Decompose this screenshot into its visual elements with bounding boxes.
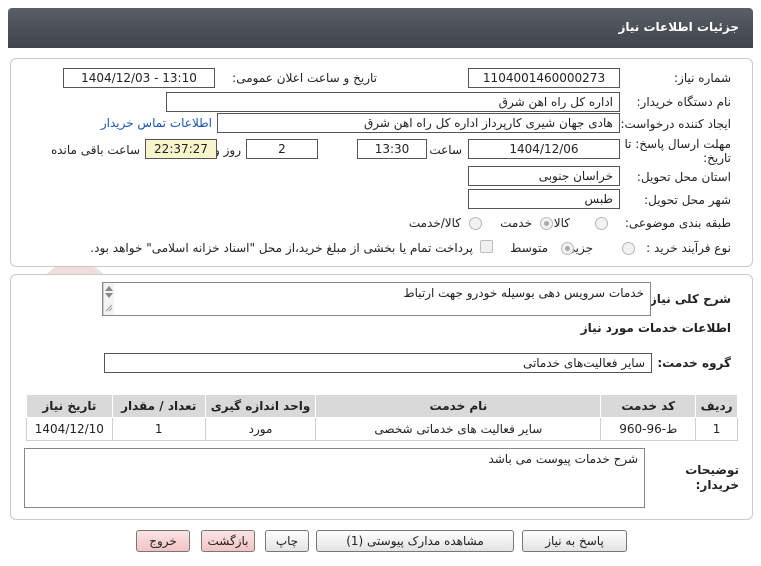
general-desc-field: خدمات سرویس دهی بوسیله خودرو جهت ارتباط xyxy=(102,282,651,316)
print-button[interactable]: چاپ xyxy=(265,530,309,552)
view-attachments-button[interactable]: مشاهده مدارک پیوستی (1) xyxy=(316,530,514,552)
cell-service-code: ط-96-960 xyxy=(600,417,697,441)
treasury-payment-note: پرداخت تمام یا بخشی از مبلغ خرید،از محل … xyxy=(90,241,473,255)
need-info-panel xyxy=(10,58,753,267)
cell-need-date: 1404/12/10 xyxy=(26,417,113,441)
deadline-label-2: تاریخ: xyxy=(703,151,731,165)
col-service-name: نام خدمت xyxy=(315,394,602,418)
window-title-bar: جزئیات اطلاعات نیاز xyxy=(8,8,753,48)
col-service-code: کد خدمت xyxy=(600,394,697,418)
announce-datetime-field: 1404/12/03 - 13:10 xyxy=(63,68,215,88)
city-label: شهر محل تحویل: xyxy=(644,193,731,207)
province-label: استان محل تحویل: xyxy=(636,170,731,184)
buyer-org-field: اداره کل راه اهن شرق xyxy=(166,92,620,112)
cell-quantity: 1 xyxy=(111,417,206,441)
buyer-notes-label-1: توضیحات xyxy=(685,463,739,477)
deadline-time-field: 13:30 xyxy=(357,139,427,159)
category-option-goods-service: کالا/خدمت xyxy=(408,216,461,230)
back-button[interactable]: بازگشت xyxy=(201,530,255,552)
deadline-time-label: ساعت xyxy=(429,143,462,157)
service-group-field: سایر فعالیت‌های خدماتی xyxy=(104,353,652,373)
category-radio-goods[interactable] xyxy=(595,217,608,230)
general-desc-text: خدمات سرویس دهی بوسیله خودرو جهت ارتباط xyxy=(403,286,644,300)
announce-label: تاریخ و ساعت اعلان عمومی: xyxy=(232,71,377,85)
process-radio-medium[interactable] xyxy=(561,242,574,255)
days-label: روز و xyxy=(214,143,241,157)
category-radio-goods-service[interactable] xyxy=(469,217,482,230)
page-title: جزئیات اطلاعات نیاز xyxy=(618,20,739,34)
buyer-contact-link[interactable]: اطلاعات تماس خریدار xyxy=(101,116,212,130)
cell-service-name: سایر فعالیت های خدماتی شخصی xyxy=(315,417,602,441)
remaining-time-field: 22:37:27 xyxy=(145,139,217,159)
city-field: طبس xyxy=(468,189,620,209)
category-option-service: خدمت xyxy=(500,216,532,230)
need-number-field: 1104001460000273 xyxy=(468,68,620,88)
scroll-arrows-icon xyxy=(105,286,113,312)
services-table: تاریخ نیاز تعداد / مقدار واحد اندازه گیر… xyxy=(26,394,738,441)
category-radio-service[interactable] xyxy=(540,217,553,230)
remaining-label: ساعت باقی مانده xyxy=(50,143,140,157)
creator-label: ایجاد کننده درخواست: xyxy=(620,117,731,131)
col-unit: واحد اندازه گیری xyxy=(204,394,317,418)
col-need-date: تاریخ نیاز xyxy=(26,394,113,418)
process-option-medium: متوسط xyxy=(510,241,548,255)
cell-row-number: 1 xyxy=(695,417,738,441)
process-radio-minor[interactable] xyxy=(622,242,635,255)
service-group-label: گروه خدمت: xyxy=(657,356,731,370)
buyer-notes-label-2: خریدار: xyxy=(695,478,739,492)
buyer-notes-field: شرح خدمات پیوست می باشد xyxy=(24,448,645,508)
treasury-payment-checkbox[interactable] xyxy=(480,240,493,253)
category-option-goods: کالا xyxy=(553,216,570,230)
general-desc-label: شرح کلی نیاز: xyxy=(645,292,731,306)
province-field: خراسان جنوبی xyxy=(468,166,620,186)
process-label: نوع فرآیند خرید : xyxy=(646,241,731,255)
cell-unit: مورد xyxy=(204,417,317,441)
reply-button[interactable]: پاسخ به نیاز xyxy=(522,530,627,552)
general-desc-scrollbar[interactable] xyxy=(103,283,114,315)
col-quantity: تعداد / مقدار xyxy=(111,394,206,418)
remaining-days-field: 2 xyxy=(246,139,318,159)
deadline-date-field: 1404/12/06 xyxy=(468,139,620,159)
table-header-row: تاریخ نیاز تعداد / مقدار واحد اندازه گیر… xyxy=(26,394,738,418)
category-label: طبقه بندی موضوعی: xyxy=(624,216,731,230)
deadline-label-1: مهلت ارسال پاسخ: تا xyxy=(624,137,731,151)
services-info-title: اطلاعات خدمات مورد نیاز xyxy=(580,321,731,335)
buyer-notes-text: شرح خدمات پیوست می باشد xyxy=(488,452,638,466)
col-row: ردیف xyxy=(695,394,738,418)
creator-field: هادی جهان شیری کارپرداز اداره کل راه اهن… xyxy=(217,113,620,133)
buyer-org-label: نام دستگاه خریدار: xyxy=(636,95,732,109)
need-number-label: شماره نیاز: xyxy=(674,71,731,85)
table-row: 1404/12/10 1 مورد سایر فعالیت های خدماتی… xyxy=(26,417,738,441)
exit-button[interactable]: خروج xyxy=(136,530,190,552)
